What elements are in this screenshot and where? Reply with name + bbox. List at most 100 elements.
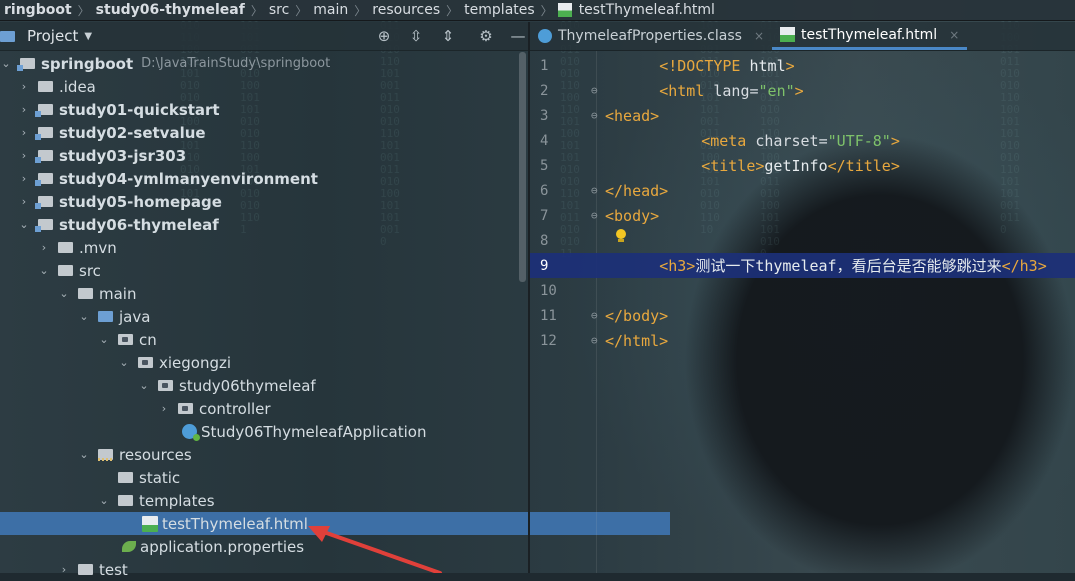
code-token: >: [794, 81, 804, 100]
fold-open-icon[interactable]: ⊖: [591, 209, 598, 222]
tree-item-study06[interactable]: ⌄ study06-thymeleaf: [0, 213, 546, 236]
chevron-right-icon[interactable]: ›: [58, 563, 70, 576]
tree-item-label: .mvn: [79, 238, 117, 257]
code-token: </body>: [605, 306, 669, 325]
chevron-right-icon[interactable]: ›: [18, 172, 30, 185]
tree-item-study02[interactable]: › study02-setvalue: [0, 121, 546, 144]
fold-close-icon[interactable]: ⊖: [591, 309, 598, 322]
code-token: </h3>: [1001, 257, 1047, 275]
line-number: 8: [540, 232, 549, 249]
project-tree: ⌄ springboot D:\JavaTrainStudy\springboo…: [0, 51, 670, 579]
code-token: <html: [659, 81, 714, 100]
breadcrumb-item[interactable]: study06-thymeleaf: [92, 2, 249, 18]
chevron-right-icon[interactable]: ›: [18, 126, 30, 139]
project-panel-header: Project ▼ ⊕ ⇳ ⇕ ⚙ —: [0, 22, 528, 51]
chevron-down-icon[interactable]: ⌄: [0, 57, 12, 70]
code-line[interactable]: 12 ⊖ </html>: [530, 328, 1075, 353]
breadcrumb-item[interactable]: src: [265, 2, 293, 18]
chevron-right-icon[interactable]: ›: [18, 103, 30, 116]
code-line[interactable]: 11 ⊖ </body>: [530, 303, 1075, 328]
breadcrumb-item[interactable]: templates: [460, 2, 539, 18]
breadcrumb-item[interactable]: ringboot: [0, 2, 76, 18]
project-panel-title: Project: [27, 27, 79, 45]
tree-item-mvn[interactable]: › .mvn: [0, 236, 566, 259]
chevron-right-icon[interactable]: ›: [158, 402, 170, 415]
project-tree-scrollbar[interactable]: [519, 52, 526, 282]
tree-item-study03[interactable]: › study03-jsr303: [0, 144, 546, 167]
tree-item-study05[interactable]: › study05-homepage: [0, 190, 546, 213]
expand-all-icon[interactable]: ⇕: [439, 27, 457, 45]
folder-icon: [118, 495, 133, 506]
collapse-all-icon[interactable]: ⇳: [407, 27, 425, 45]
close-icon[interactable]: ×: [949, 28, 959, 42]
fold-open-icon[interactable]: ⊖: [591, 109, 598, 122]
code-line[interactable]: 6 ⊖ </head>: [530, 178, 1075, 203]
chevron-down-icon[interactable]: ⌄: [98, 494, 110, 507]
chevron-down-icon[interactable]: ⌄: [18, 218, 30, 231]
tree-item-label: main: [99, 284, 137, 303]
project-view-selector[interactable]: Project ▼: [0, 27, 92, 45]
tree-item-java[interactable]: ⌄ java: [0, 305, 606, 328]
code-token: getInfo: [764, 156, 828, 175]
chevron-down-icon[interactable]: ⌄: [138, 379, 150, 392]
chevron-right-icon[interactable]: ›: [18, 149, 30, 162]
tree-item-label: study01-quickstart: [59, 100, 220, 119]
annotation-arrow: [308, 526, 442, 573]
gear-icon[interactable]: ⚙: [477, 27, 495, 45]
breadcrumb-item[interactable]: main: [309, 2, 352, 18]
code-line[interactable]: 7 ⊖ <body>: [530, 203, 1075, 228]
target-icon[interactable]: ⊕: [375, 27, 393, 45]
fold-close-icon[interactable]: ⊖: [591, 334, 598, 347]
tree-item-label: testThymeleaf.html: [162, 514, 308, 533]
tree-item-idea[interactable]: › .idea: [0, 75, 546, 98]
tree-item-study04[interactable]: › study04-ymlmanyenvironment: [0, 167, 546, 190]
tree-item-label: cn: [139, 330, 157, 349]
tree-item-test[interactable]: › test: [0, 558, 586, 581]
folder-icon: [78, 564, 93, 575]
tree-item-resources[interactable]: ⌄ resources: [0, 443, 606, 466]
tree-item-main[interactable]: ⌄ main: [0, 282, 586, 305]
code-line[interactable]: 5 <title>getInfo</title>: [530, 153, 1075, 178]
spring-properties-icon: [122, 541, 136, 552]
tree-item-src[interactable]: ⌄ src: [0, 259, 566, 282]
breadcrumb-separator-icon: 〉: [446, 3, 459, 18]
breadcrumb-item[interactable]: resources: [368, 2, 444, 18]
chevron-down-icon[interactable]: ⌄: [98, 333, 110, 346]
chevron-right-icon[interactable]: ›: [38, 241, 50, 254]
folder-icon: [58, 265, 73, 276]
code-token: <h3>: [659, 257, 696, 275]
code-line[interactable]: 10: [530, 278, 1075, 303]
tree-item-springboot[interactable]: ⌄ springboot D:\JavaTrainStudy\springboo…: [0, 52, 528, 75]
chevron-right-icon[interactable]: ›: [18, 195, 30, 208]
package-icon: [178, 403, 193, 414]
breadcrumb-separator-icon: 〉: [77, 3, 90, 18]
line-number: 7: [540, 207, 549, 224]
breadcrumb-item[interactable]: testThymeleaf.html: [575, 2, 719, 18]
chevron-down-icon[interactable]: ⌄: [58, 287, 70, 300]
breadcrumb-separator-icon: 〉: [250, 3, 263, 18]
line-number: 6: [540, 182, 549, 199]
tree-item-label: .idea: [59, 77, 96, 96]
tree-item-label: study06-thymeleaf: [59, 215, 219, 234]
code-editor[interactable]: 1 <!DOCTYPE html> 2 ⊖ <html lang="en"> 3…: [530, 51, 1075, 573]
fold-close-icon[interactable]: ⊖: [591, 184, 598, 197]
html-file-icon: [142, 515, 158, 532]
html-file-icon: [557, 3, 572, 17]
chevron-down-icon[interactable]: ⌄: [78, 448, 90, 461]
tree-item-study01[interactable]: › study01-quickstart: [0, 98, 546, 121]
code-line-current[interactable]: 9 <h3>测试一下thymeleaf，看后台是否能够跳过来</h3>: [530, 253, 1075, 278]
tab-testthymeleaf[interactable]: testThymeleaf.html ×: [772, 22, 968, 50]
chevron-down-icon[interactable]: ⌄: [38, 264, 50, 277]
module-folder-icon: [17, 58, 35, 71]
module-folder-icon: [35, 127, 53, 140]
chevron-down-icon[interactable]: ⌄: [118, 356, 130, 369]
chevron-down-icon[interactable]: ⌄: [78, 310, 90, 323]
minimize-icon[interactable]: —: [509, 27, 527, 45]
navigation-breadcrumb: ringboot 〉 study06-thymeleaf 〉 src 〉 mai…: [0, 0, 1075, 21]
chevron-right-icon[interactable]: ›: [18, 80, 30, 93]
code-line[interactable]: 2 ⊖ <html lang="en">: [530, 78, 1075, 103]
module-folder-icon: [35, 104, 53, 117]
module-folder-icon: [35, 150, 53, 163]
tree-item-label: Study06ThymeleafApplication: [201, 422, 427, 441]
fold-open-icon[interactable]: ⊖: [591, 84, 598, 97]
